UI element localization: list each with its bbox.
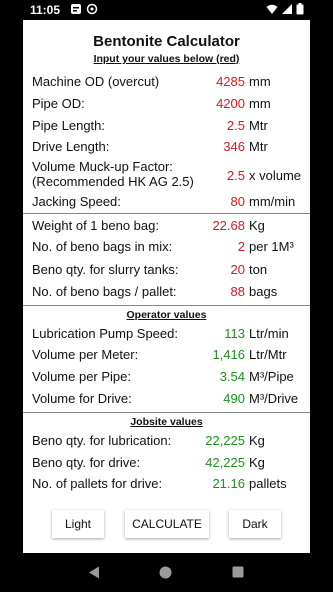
row-unit: mm/min bbox=[249, 194, 296, 209]
row-label: Weight of 1 beno bag: bbox=[32, 218, 159, 233]
navigation-bar bbox=[0, 553, 333, 592]
row-label: No. of beno bags in mix: bbox=[32, 239, 173, 254]
dark-theme-button[interactable]: Dark bbox=[229, 510, 281, 538]
divider bbox=[23, 213, 310, 214]
row-label: Pipe Length: bbox=[32, 118, 106, 133]
pump-speed-value: 113 bbox=[224, 326, 245, 341]
slurry-tanks-input[interactable]: 20 bbox=[231, 262, 245, 277]
muck-factor-input[interactable]: 2.5 bbox=[227, 168, 245, 183]
row-unit: ton bbox=[249, 262, 268, 277]
row-unit: mm bbox=[249, 74, 271, 89]
light-theme-button[interactable]: Light bbox=[52, 510, 104, 538]
row-unit: Ltr/min bbox=[249, 326, 289, 341]
row-unit: mm bbox=[249, 96, 271, 111]
row-unit: bags bbox=[249, 284, 278, 299]
row-label: Beno qty. for lubrication: bbox=[32, 433, 172, 448]
jacking-speed-input[interactable]: 80 bbox=[231, 194, 245, 209]
pipe-length-input[interactable]: 2.5 bbox=[227, 118, 245, 133]
beno-drive-value: 42,225 bbox=[205, 455, 245, 470]
row-label-line2: (Recommended HK AG 2.5) bbox=[32, 174, 194, 189]
battery-icon bbox=[296, 3, 304, 15]
pallets-drive-value: 21.16 bbox=[212, 476, 245, 491]
sync-icon bbox=[86, 3, 98, 15]
beno-lubrication-value: 22,225 bbox=[205, 433, 245, 448]
output-row-pallets-drive: No. of pallets for drive: 21.16 pallets bbox=[23, 474, 310, 494]
row-label: Beno qty. for slurry tanks: bbox=[32, 262, 179, 277]
row-label: Pipe OD: bbox=[32, 96, 85, 111]
page-title: Bentonite Calculator bbox=[93, 33, 240, 50]
row-label: Volume for Drive: bbox=[32, 391, 132, 406]
row-unit: Kg bbox=[249, 455, 265, 470]
row-label: Jacking Speed: bbox=[32, 194, 121, 209]
row-label: No. of pallets for drive: bbox=[32, 476, 163, 491]
output-row-volume-for-drive: Volume for Drive: 490 M³/Drive bbox=[23, 389, 310, 409]
home-icon[interactable] bbox=[159, 566, 172, 579]
row-label: Lubrication Pump Speed: bbox=[32, 326, 178, 341]
pipe-od-input[interactable]: 4200 bbox=[216, 96, 245, 111]
row-unit: M³/Drive bbox=[249, 391, 299, 406]
input-row-pipe-length[interactable]: Pipe Length: 2.5 Mtr bbox=[23, 116, 310, 136]
row-unit: Mtr bbox=[249, 118, 268, 133]
volume-for-drive-value: 490 bbox=[223, 391, 245, 406]
back-icon[interactable] bbox=[88, 566, 100, 579]
output-row-volume-per-meter: Volume per Meter: 1,416 Ltr/Mtr bbox=[23, 345, 310, 365]
status-bar: 11:05 bbox=[0, 0, 333, 20]
input-row-jacking-speed[interactable]: Jacking Speed: 80 mm/min bbox=[23, 192, 310, 212]
bags-per-pallet-input[interactable]: 88 bbox=[231, 284, 245, 299]
divider bbox=[23, 412, 310, 413]
input-row-drive-length[interactable]: Drive Length: 346 Mtr bbox=[23, 137, 310, 157]
bags-in-mix-input[interactable]: 2 bbox=[238, 239, 245, 254]
row-label: Volume Muck-up Factor: (Recommended HK AG… bbox=[32, 159, 194, 189]
row-unit: x volume bbox=[249, 168, 302, 183]
machine-od-input[interactable]: 4285 bbox=[216, 74, 245, 89]
row-label: Volume per Meter: bbox=[32, 347, 139, 362]
status-time: 11:05 bbox=[30, 3, 61, 17]
notification-icon bbox=[71, 4, 81, 14]
phone-frame: 11:05 Bentonite Calculator Input your va… bbox=[0, 0, 333, 592]
row-label: Machine OD (overcut) bbox=[32, 74, 160, 89]
input-hint: Input your values below (red) bbox=[93, 53, 240, 65]
calculator-screen: Bentonite Calculator Input your values b… bbox=[23, 20, 310, 553]
input-row-pipe-od[interactable]: Pipe OD: 4200 mm bbox=[23, 94, 310, 114]
row-label-line1: Volume Muck-up Factor: bbox=[32, 159, 173, 174]
wifi-icon bbox=[266, 4, 278, 14]
volume-per-meter-value: 1,416 bbox=[212, 347, 245, 362]
input-row-bag-weight[interactable]: Weight of 1 beno bag: 22.68 Kg bbox=[23, 216, 310, 236]
output-row-volume-per-pipe: Volume per Pipe: 3.54 M³/Pipe bbox=[23, 367, 310, 387]
output-row-pump-speed: Lubrication Pump Speed: 113 Ltr/min bbox=[23, 324, 310, 344]
row-unit: Ltr/Mtr bbox=[249, 347, 287, 362]
calculate-button[interactable]: CALCULATE bbox=[125, 510, 209, 538]
row-unit: Kg bbox=[249, 433, 265, 448]
input-row-bags-in-mix[interactable]: No. of beno bags in mix: 2 per 1M³ bbox=[23, 237, 310, 257]
input-row-machine-od[interactable]: Machine OD (overcut) 4285 mm bbox=[23, 72, 310, 92]
input-row-bags-per-pallet[interactable]: No. of beno bags / pallet: 88 bags bbox=[23, 282, 310, 302]
row-label: Drive Length: bbox=[32, 139, 110, 154]
output-row-beno-lubrication: Beno qty. for lubrication: 22,225 Kg bbox=[23, 431, 310, 451]
divider bbox=[23, 305, 310, 306]
signal-icon bbox=[282, 4, 292, 14]
bag-weight-input[interactable]: 22.68 bbox=[212, 218, 245, 233]
row-unit: per 1M³ bbox=[249, 239, 294, 254]
row-unit: Kg bbox=[249, 218, 265, 233]
output-row-beno-drive: Beno qty. for drive: 42,225 Kg bbox=[23, 453, 310, 473]
jobsite-section-title: Jobsite values bbox=[130, 416, 203, 428]
row-unit: pallets bbox=[249, 476, 287, 491]
input-row-muck-factor[interactable]: Volume Muck-up Factor: (Recommended HK AG… bbox=[23, 159, 310, 193]
row-label: Beno qty. for drive: bbox=[32, 455, 141, 470]
recents-icon[interactable] bbox=[232, 566, 244, 578]
row-label: No. of beno bags / pallet: bbox=[32, 284, 177, 299]
operator-section-title: Operator values bbox=[126, 309, 207, 321]
row-unit: M³/Pipe bbox=[249, 369, 294, 384]
volume-per-pipe-value: 3.54 bbox=[219, 369, 245, 384]
input-row-slurry-tanks[interactable]: Beno qty. for slurry tanks: 20 ton bbox=[23, 260, 310, 280]
row-unit: Mtr bbox=[249, 139, 268, 154]
row-label: Volume per Pipe: bbox=[32, 369, 132, 384]
drive-length-input[interactable]: 346 bbox=[223, 139, 245, 154]
